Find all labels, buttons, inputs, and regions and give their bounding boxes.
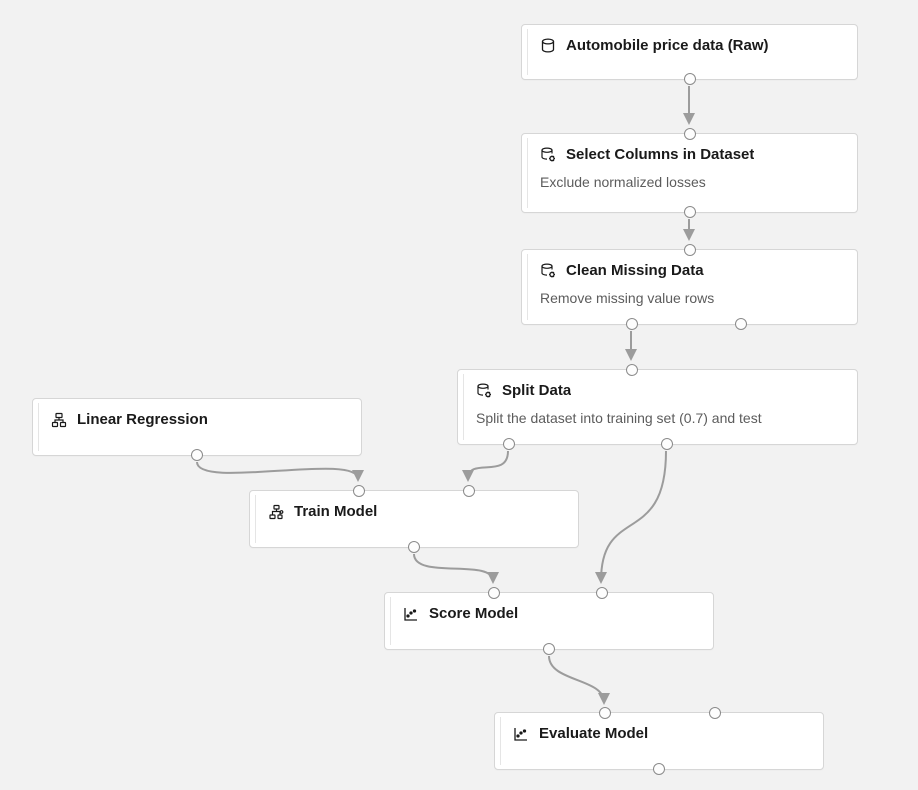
output-port[interactable] (684, 206, 696, 218)
node-score-model[interactable]: Score Model (384, 592, 714, 650)
node-title: Split Data (502, 382, 571, 399)
data-gear-icon (540, 147, 556, 163)
train-icon (268, 504, 284, 520)
input-port[interactable] (684, 244, 696, 256)
node-title: Score Model (429, 605, 518, 622)
node-title: Clean Missing Data (566, 262, 704, 279)
model-icon (51, 412, 67, 428)
input-port-0[interactable] (353, 485, 365, 497)
output-port-0[interactable] (626, 318, 638, 330)
data-gear-icon (540, 263, 556, 279)
database-icon (540, 38, 556, 54)
node-title: Train Model (294, 503, 377, 520)
input-port-1[interactable] (709, 707, 721, 719)
node-title: Automobile price data (Raw) (566, 37, 769, 54)
scatter-icon (513, 726, 529, 742)
output-port-0[interactable] (503, 438, 515, 450)
node-subtitle: Split the dataset into training set (0.7… (476, 409, 842, 427)
output-port[interactable] (543, 643, 555, 655)
input-port-1[interactable] (596, 587, 608, 599)
node-clean-missing-data[interactable]: Clean Missing Data Remove missing value … (521, 249, 858, 325)
input-port-1[interactable] (463, 485, 475, 497)
node-title: Evaluate Model (539, 725, 648, 742)
input-port[interactable] (626, 364, 638, 376)
input-port-0[interactable] (488, 587, 500, 599)
data-gear-icon (476, 383, 492, 399)
pipeline-canvas[interactable]: Automobile price data (Raw) Select Colum… (0, 0, 918, 790)
node-title: Select Columns in Dataset (566, 146, 754, 163)
output-port[interactable] (408, 541, 420, 553)
output-port[interactable] (653, 763, 665, 775)
node-evaluate-model[interactable]: Evaluate Model (494, 712, 824, 770)
input-port-0[interactable] (599, 707, 611, 719)
node-title: Linear Regression (77, 411, 208, 428)
node-automobile-price-data[interactable]: Automobile price data (Raw) (521, 24, 858, 80)
node-linear-regression[interactable]: Linear Regression (32, 398, 362, 456)
node-select-columns[interactable]: Select Columns in Dataset Exclude normal… (521, 133, 858, 213)
node-subtitle: Exclude normalized losses (540, 173, 842, 191)
output-port[interactable] (191, 449, 203, 461)
node-train-model[interactable]: Train Model (249, 490, 579, 548)
output-port[interactable] (684, 73, 696, 85)
input-port[interactable] (684, 128, 696, 140)
output-port-1[interactable] (735, 318, 747, 330)
scatter-icon (403, 606, 419, 622)
node-split-data[interactable]: Split Data Split the dataset into traini… (457, 369, 858, 445)
node-subtitle: Remove missing value rows (540, 289, 842, 307)
output-port-1[interactable] (661, 438, 673, 450)
